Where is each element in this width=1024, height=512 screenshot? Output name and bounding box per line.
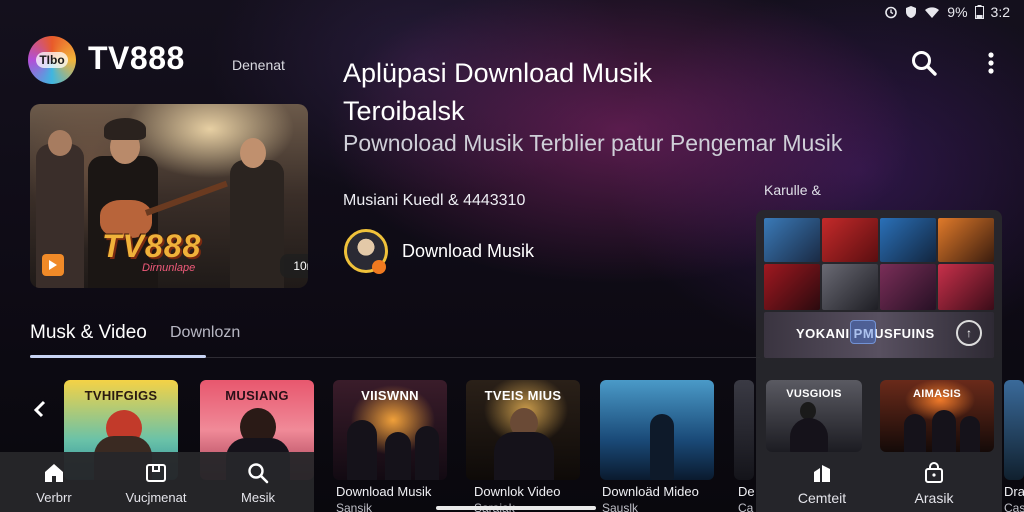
nav-item-home[interactable]: Verbrr (14, 460, 94, 505)
shield-icon (906, 6, 917, 18)
nav-item-library[interactable]: Vucjmenat (116, 460, 196, 505)
play-icon (49, 260, 57, 270)
media-tile[interactable] (938, 218, 994, 262)
poster-caption: De (738, 484, 755, 499)
nav-label: Vucjmenat (125, 490, 187, 505)
poster-title: MUSIANG (225, 388, 289, 403)
tab-music-video[interactable]: Musk & Video (30, 322, 147, 344)
poster-title: VUSGIOIS (786, 388, 842, 400)
poster-caption: Downloäd Mideo (602, 484, 699, 499)
media-tile[interactable] (880, 264, 936, 310)
nav-label: Verbrr (36, 490, 72, 505)
alarm-icon (885, 6, 898, 19)
search-button[interactable] (906, 46, 942, 80)
scroll-left-button[interactable] (30, 398, 50, 420)
more-vertical-icon (988, 52, 994, 74)
poster-card[interactable]: TVEIS MIUS (466, 380, 580, 480)
poster-card[interactable]: AIMASIS (880, 380, 994, 452)
hero-badge: 10r (280, 254, 308, 278)
chart-icon (814, 465, 830, 482)
poster-title: TVHIFGIGS (84, 388, 158, 403)
media-tile[interactable] (822, 264, 878, 310)
wifi-icon (925, 6, 940, 18)
nav-item-shop[interactable]: Arasik (894, 460, 974, 506)
poster-card[interactable]: VIISWNN (333, 380, 447, 480)
poster-subcaption: Casi (1004, 501, 1024, 512)
poster-title: AIMASIS (913, 388, 961, 400)
badge-dot-icon (372, 260, 386, 274)
poster-subcaption: Sauslk (602, 501, 639, 512)
hero-banner[interactable]: TV888 Dirnunlape 10r (30, 104, 308, 288)
brand-name: TV888 (88, 40, 185, 76)
panel-play-button[interactable] (850, 320, 876, 344)
media-tile[interactable] (938, 264, 994, 310)
library-icon (146, 464, 166, 482)
nav-label: Mesik (241, 490, 275, 505)
hero-logo-subtitle: Dirnunlape (142, 262, 196, 274)
page-title: Aplüpasi Download Musik Teroibalsk (343, 54, 763, 130)
logo-text: TIbo (36, 52, 68, 68)
poster-card[interactable] (600, 380, 714, 480)
tab-active-indicator (30, 355, 206, 358)
bag-icon (925, 462, 943, 483)
media-tile[interactable] (764, 264, 820, 310)
chevron-left-icon (33, 400, 46, 418)
poster-caption: Downlok Video (474, 484, 561, 499)
page-subtitle: Pownoload Musik Terblier patur Pengemar … (343, 130, 843, 156)
nav-label: Arasik (914, 490, 954, 506)
share-icon: ↑ (966, 326, 972, 340)
play-button[interactable] (42, 254, 64, 276)
poster-subcaption: Ca (738, 501, 754, 512)
clock: 3:2 (990, 4, 1010, 20)
bottom-navigation: Verbrr Vucjmenat Mesik (0, 452, 314, 512)
download-music-link[interactable]: Download Musik (402, 241, 534, 262)
battery-icon (974, 5, 984, 19)
status-bar: 9% 3:2 (884, 2, 1010, 22)
hero-logo-text: TV888 (102, 228, 202, 264)
battery-percent: 9% (947, 4, 968, 20)
media-tile[interactable] (880, 218, 936, 262)
poster-title: TVEIS MIUS (484, 388, 562, 403)
media-tile[interactable] (822, 218, 878, 262)
header-nav-link[interactable]: Denenat (232, 57, 285, 73)
home-icon (45, 464, 63, 482)
search-icon (248, 463, 269, 484)
tab-download[interactable]: Downlozn (170, 324, 240, 342)
title-line-1: Aplüpasi Download Musik (343, 58, 653, 88)
right-section-label: Karulle & (764, 182, 821, 198)
poster-card[interactable] (1004, 380, 1024, 480)
nav-item-content[interactable]: Cemteit (782, 460, 862, 506)
poster-caption: Drasi (1004, 484, 1024, 499)
poster-title: VIISWNN (361, 388, 419, 403)
title-line-2: Teroibalsk (343, 96, 465, 126)
poster-subcaption: Sansik (336, 501, 373, 512)
nav-label: Cemteit (797, 490, 847, 506)
app-logo[interactable]: TIbo (28, 36, 76, 84)
search-icon (912, 51, 937, 76)
meta-text: Musiani Kuedl & 4443310 (343, 192, 526, 209)
nav-item-search[interactable]: Mesik (218, 460, 298, 505)
panel-share-button[interactable]: ↑ (956, 320, 982, 346)
poster-card[interactable] (734, 380, 754, 480)
more-options-button[interactable] (976, 46, 1006, 80)
poster-caption: Download Musik (336, 484, 432, 499)
media-tile[interactable] (764, 218, 820, 262)
home-indicator[interactable] (436, 506, 596, 510)
poster-card[interactable]: VUSGIOIS (766, 380, 862, 452)
